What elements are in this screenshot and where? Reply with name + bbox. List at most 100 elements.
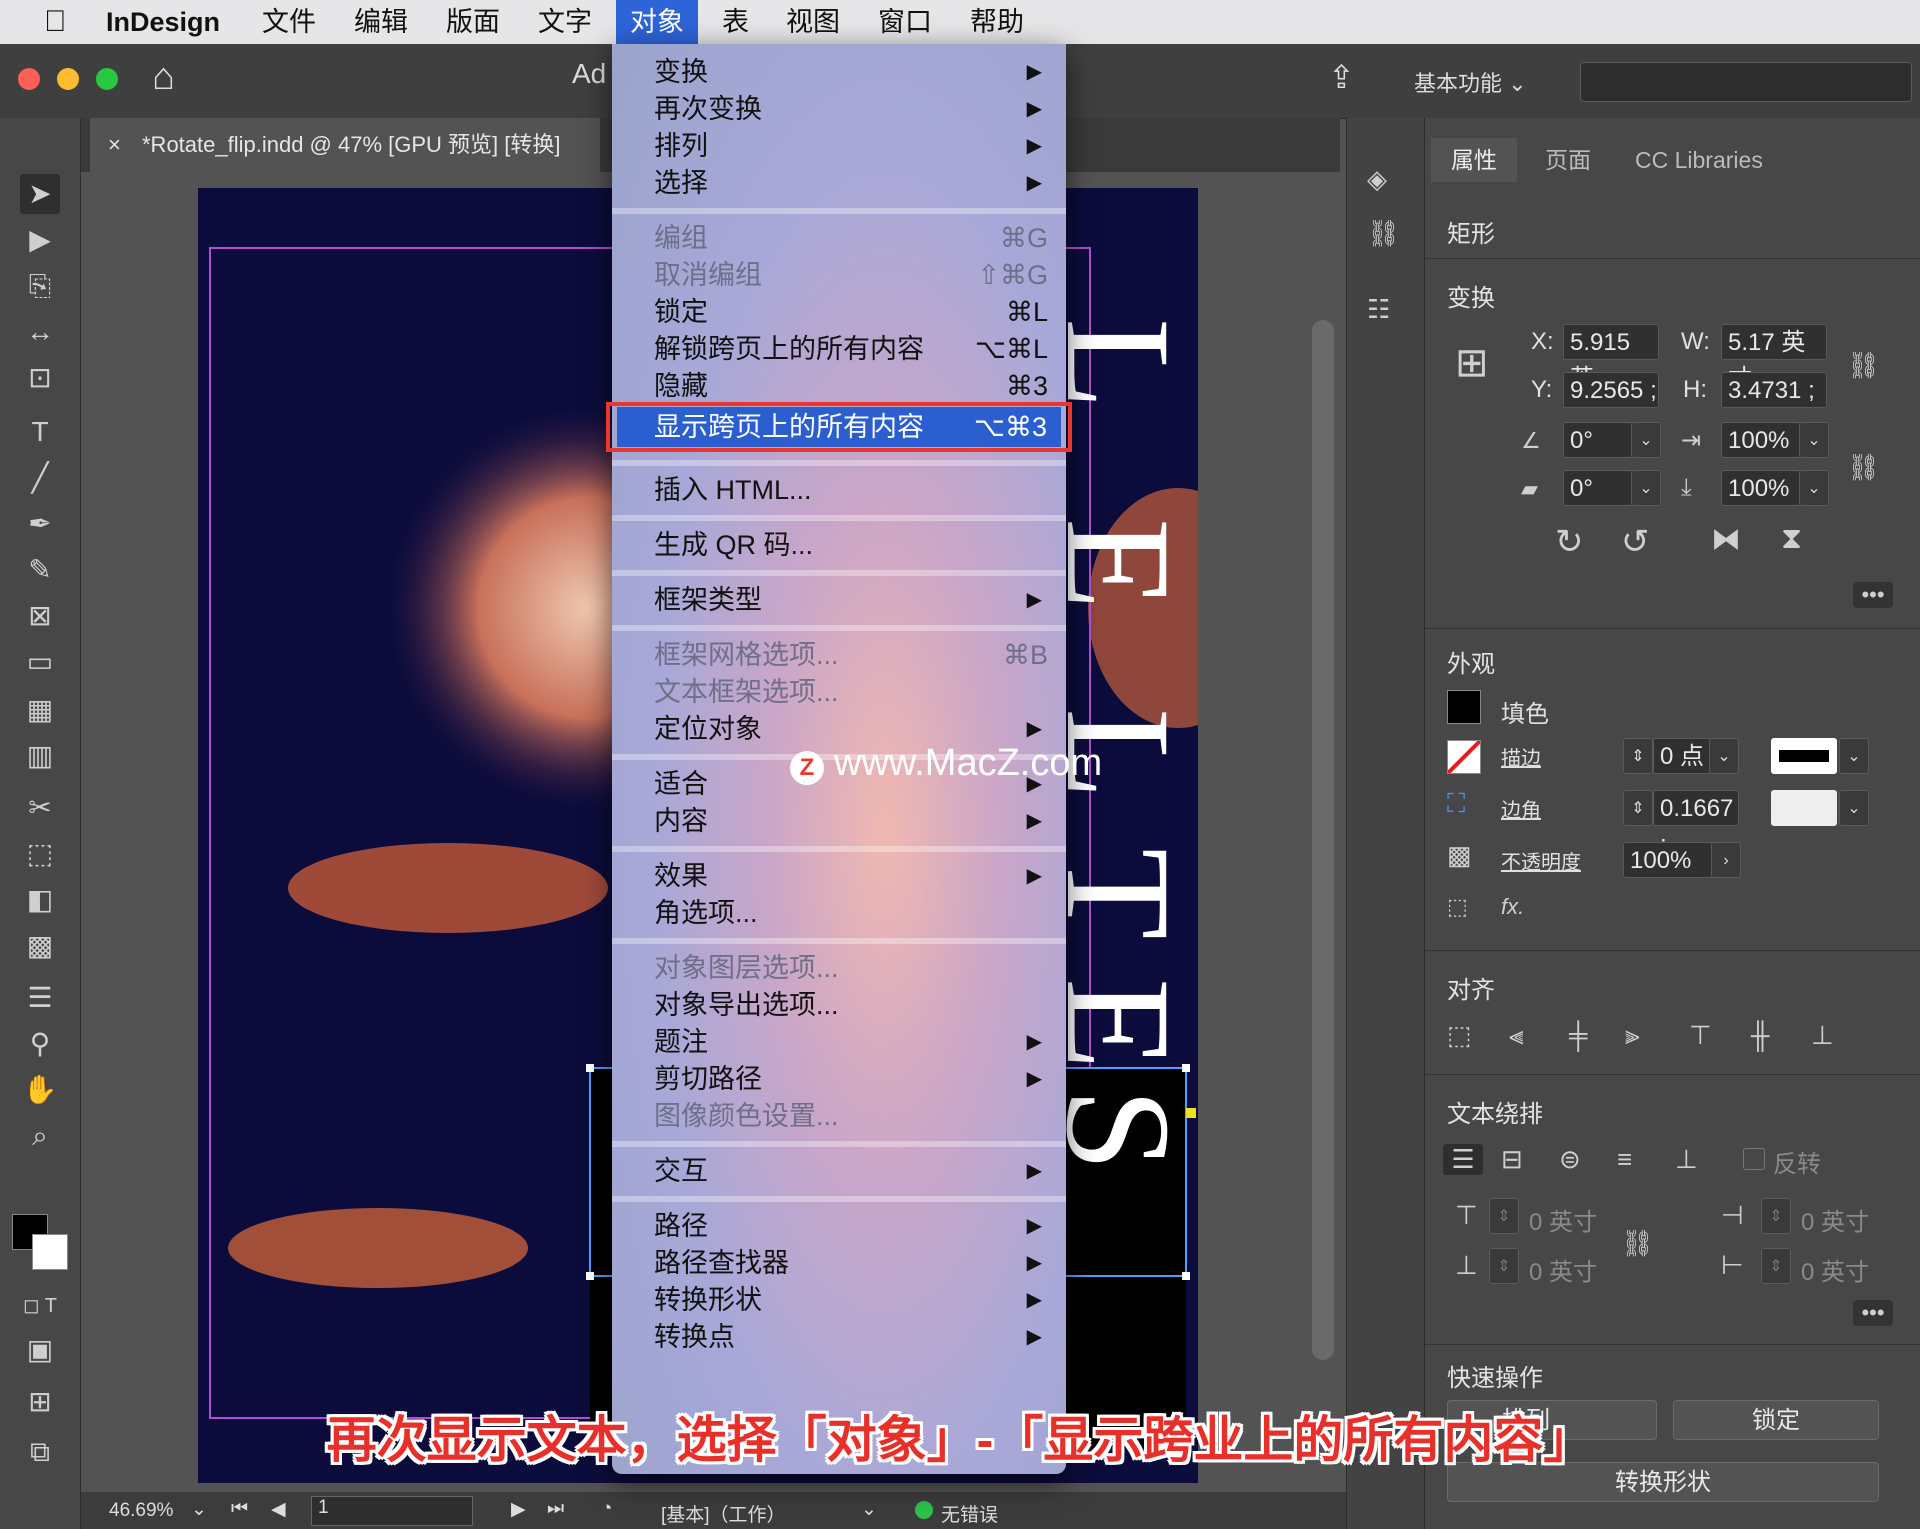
shear-dropdown-chevron-icon[interactable]: ⌄	[1631, 470, 1661, 506]
selection-tool-icon[interactable]: ➤	[20, 174, 60, 214]
align-bottom-edges-icon[interactable]: ⊥	[1811, 1020, 1834, 1051]
menu-item[interactable]: 题注 ▶	[612, 1024, 1066, 1061]
menu-item[interactable]: 排列 ▶	[612, 128, 1066, 165]
menu-item[interactable]: 角选项...	[612, 895, 1066, 932]
layers-icon[interactable]: ◈	[1367, 164, 1387, 195]
bottom-offset-stepper[interactable]: ⇕	[1489, 1248, 1519, 1284]
pen-tool-icon[interactable]: ✒	[20, 504, 60, 544]
grid-tool-icon[interactable]: ▥	[20, 736, 60, 776]
y-position-field[interactable]: 9.2565 ;	[1563, 372, 1659, 408]
bottom-offset-value[interactable]: 0 英寸	[1529, 1252, 1597, 1287]
stroke-weight-dropdown-chevron-icon[interactable]: ⌄	[1709, 738, 1739, 774]
zoom-window-button[interactable]	[96, 68, 118, 90]
align-to-selection-icon[interactable]: ⬚	[1447, 1020, 1472, 1051]
zoom-tool-icon[interactable]: ⌕	[20, 1116, 60, 1156]
tab-properties[interactable]: 属性	[1431, 138, 1517, 182]
menu-item[interactable]: 再次变换 ▶	[612, 91, 1066, 128]
no-text-wrap-icon[interactable]: ☰	[1443, 1144, 1483, 1175]
menu-item[interactable]: 隐藏 ⌘3	[612, 368, 1066, 405]
menu-item[interactable]: 交互 ▶	[612, 1153, 1066, 1190]
effects-icon[interactable]: fx.	[1501, 894, 1524, 920]
menu-item[interactable]: 效果 ▶	[612, 858, 1066, 895]
close-window-button[interactable]	[18, 68, 40, 90]
jump-to-next-column-icon[interactable]: ⊥	[1675, 1144, 1698, 1175]
constrain-proportions-icon[interactable]: ⛓	[1847, 350, 1880, 381]
preflight-icon[interactable]: ◔	[601, 1498, 612, 1520]
menu-edit[interactable]: 编辑	[340, 0, 422, 44]
opacity-arrow-icon[interactable]: ›	[1711, 842, 1741, 878]
top-offset-stepper[interactable]: ⇕	[1489, 1198, 1519, 1234]
rectangle-frame-tool-icon[interactable]: ⊠	[20, 596, 60, 636]
formatting-affects-container-icon[interactable]: ◻ T	[20, 1286, 60, 1326]
constrain-scale-icon[interactable]: ⛓	[1847, 452, 1880, 483]
align-right-edges-icon[interactable]: ⫸	[1625, 1020, 1640, 1052]
menu-item[interactable]: 转换形状 ▶	[612, 1282, 1066, 1319]
content-collector-icon[interactable]: ⊡	[20, 358, 60, 398]
tab-pages[interactable]: 页面	[1525, 138, 1611, 182]
menu-item[interactable]: 锁定 ⌘L	[612, 294, 1066, 331]
zoom-level[interactable]: 46.69%	[109, 1500, 173, 1522]
table-tool-icon[interactable]: ▦	[20, 690, 60, 730]
invert-checkbox[interactable]	[1743, 1148, 1765, 1170]
gradient-feather-tool-icon[interactable]: ▩	[20, 926, 60, 966]
menu-item[interactable]: 插入 HTML...	[612, 472, 1066, 509]
rotation-dropdown-chevron-icon[interactable]: ⌄	[1631, 422, 1661, 458]
scale-x-dropdown-chevron-icon[interactable]: ⌄	[1799, 422, 1829, 458]
rotate-clockwise-icon[interactable]: ↻	[1555, 522, 1584, 562]
close-tab-icon[interactable]: ×	[108, 118, 121, 172]
first-page-icon[interactable]: ⏮	[231, 1498, 248, 1520]
workspace-switcher[interactable]: 基本功能 ⌄	[1414, 66, 1527, 98]
flip-vertical-icon[interactable]: ⧗	[1781, 522, 1802, 556]
home-icon[interactable]: ⌂	[152, 56, 175, 99]
fill-swatch[interactable]	[1447, 690, 1481, 724]
scale-y-field[interactable]: 100%	[1721, 470, 1801, 506]
menu-file[interactable]: 文件	[248, 0, 330, 44]
scissors-tool-icon[interactable]: ✂	[20, 788, 60, 828]
share-icon[interactable]: ⇪	[1328, 58, 1355, 96]
left-offset-value[interactable]: 0 英寸	[1801, 1202, 1869, 1237]
zoom-dropdown-chevron-icon[interactable]: ⌄	[191, 1498, 207, 1521]
menu-item[interactable]: 路径查找器 ▶	[612, 1245, 1066, 1282]
page-number-field[interactable]: 1	[311, 1496, 473, 1526]
stroke-stepper[interactable]: ⇕	[1623, 738, 1653, 774]
right-offset-value[interactable]: 0 英寸	[1801, 1252, 1869, 1287]
reference-point-icon[interactable]: ⊞	[1455, 340, 1489, 386]
last-page-icon[interactable]: ⏭	[547, 1498, 564, 1520]
free-transform-tool-icon[interactable]: ⬚	[20, 834, 60, 874]
gap-tool-icon[interactable]: ↔	[20, 312, 60, 352]
text-wrap-more-options-icon[interactable]: •••	[1853, 1300, 1893, 1326]
page-tool-icon[interactable]: ⎘	[20, 266, 60, 306]
rotate-counterclockwise-icon[interactable]: ↺	[1621, 522, 1650, 562]
pencil-tool-icon[interactable]: ✎	[20, 550, 60, 590]
more-options-icon[interactable]: •••	[1853, 582, 1893, 608]
stroke-swatch[interactable]	[1446, 739, 1482, 775]
menu-window[interactable]: 窗口	[864, 0, 946, 44]
opacity-field[interactable]: 100%	[1623, 842, 1713, 878]
height-field[interactable]: 3.4731 ;	[1721, 372, 1827, 408]
rectangle-tool-icon[interactable]: ▭	[20, 642, 60, 682]
corner-label[interactable]: 边角	[1501, 794, 1541, 823]
menu-object[interactable]: 对象	[616, 0, 698, 44]
profile-dropdown-chevron-icon[interactable]: ⌄	[861, 1498, 877, 1521]
stroke-style-swatch[interactable]	[1771, 738, 1837, 774]
top-offset-value[interactable]: 0 英寸	[1529, 1202, 1597, 1237]
align-top-edges-icon[interactable]: ⊤	[1689, 1020, 1712, 1051]
wrap-object-shape-icon[interactable]: ⊜	[1559, 1144, 1581, 1175]
direct-selection-tool-icon[interactable]: ▶	[20, 220, 60, 260]
note-tool-icon[interactable]: ☰	[20, 978, 60, 1018]
menu-help[interactable]: 帮助	[956, 0, 1038, 44]
apple-menu-icon[interactable]: 	[30, 0, 81, 44]
menu-view[interactable]: 视图	[772, 0, 854, 44]
corner-size-field[interactable]: 0.1667 ;	[1653, 790, 1739, 858]
left-offset-stepper[interactable]: ⇕	[1761, 1198, 1791, 1234]
corner-shape-swatch[interactable]	[1771, 790, 1837, 826]
menu-item[interactable]: 内容 ▶	[612, 803, 1066, 840]
tab-cc-libraries[interactable]: CC Libraries	[1615, 138, 1783, 182]
menu-indesign[interactable]: InDesign	[92, 0, 234, 44]
align-left-edges-icon[interactable]: ⫷	[1509, 1020, 1524, 1052]
x-position-field[interactable]: 5.915 英	[1563, 324, 1659, 392]
menu-type[interactable]: 文字	[524, 0, 606, 44]
corner-stepper[interactable]: ⇕	[1623, 790, 1653, 826]
menu-item[interactable]: 解锁跨页上的所有内容 ⌥⌘L	[612, 331, 1066, 368]
menu-item[interactable]: 变换 ▶	[612, 54, 1066, 91]
